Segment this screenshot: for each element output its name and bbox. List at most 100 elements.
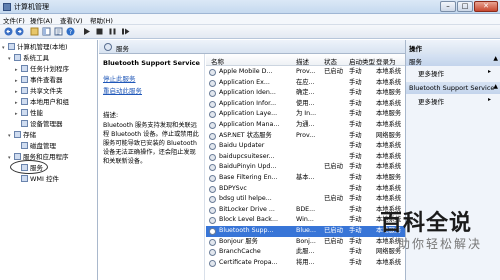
chevron-right-icon: ▸ (488, 96, 492, 103)
collapse-arrow-icon[interactable]: ▲ (493, 83, 498, 90)
menu-view[interactable]: 查看(V) (60, 15, 83, 25)
stop-service-link[interactable]: 停止此服务 (103, 73, 200, 83)
service-name-cell: Bonjour 服务 (219, 237, 258, 245)
actions-section-services[interactable]: 服务 ▲ (406, 54, 500, 66)
service-startup-cell: 手动 (349, 195, 362, 203)
service-name-cell: BranchCache (219, 248, 261, 256)
gear-icon (209, 111, 216, 119)
tree-item-task-scheduler[interactable]: ▸ 任务计划程序 (15, 64, 69, 74)
service-row[interactable]: Application Infor... 使用... 手动 本地系统 (206, 99, 405, 110)
service-description-cell: Blue... (296, 227, 316, 234)
play-icon[interactable] (82, 27, 91, 36)
gear-icon (209, 249, 216, 257)
service-description-cell: 为通... (296, 121, 315, 128)
column-description[interactable]: 描述 (296, 56, 309, 66)
service-row[interactable]: BitLocker Drive ... BDE... 手动 本地系统 (206, 205, 405, 216)
tools-icon (14, 54, 21, 61)
more-actions-label: 更多操作 (418, 98, 444, 106)
service-startup-cell: 手动 (349, 216, 362, 224)
restart-icon[interactable] (121, 27, 130, 36)
minimize-button[interactable]: – (440, 1, 456, 12)
services-apps-icon (14, 153, 21, 160)
pause-icon[interactable] (108, 27, 117, 36)
service-row[interactable]: bdsg util helpe... 已启动 手动 本地系统 (206, 194, 405, 205)
more-actions-label: 更多操作 (418, 70, 444, 78)
service-row[interactable]: ASP.NET 状态服务 Prov... 手动 网络服务 (206, 131, 405, 142)
column-logon[interactable]: 登录为 (376, 56, 396, 66)
service-row[interactable]: Base Filtering En... 基本... 手动 本地服务 (206, 173, 405, 184)
tree-item-computer-management[interactable]: ▾ 计算机管理(本地) (2, 42, 68, 52)
tree-item-performance[interactable]: ▸ 性能 (15, 108, 43, 118)
service-row[interactable]: Application Laye... 为 In... 手动 本地服务 (206, 109, 405, 120)
maximize-button[interactable]: □ (457, 1, 473, 12)
tree-item-label: 存储 (23, 131, 36, 139)
service-row[interactable]: BDPYSvc 手动 本地系统 (206, 184, 405, 195)
column-status[interactable]: 状态 (324, 56, 337, 66)
tree-item-local-users[interactable]: ▸ 本地用户和组 (15, 97, 69, 107)
column-startup-type[interactable]: 启动类型 (349, 56, 375, 66)
tree-item-event-viewer[interactable]: ▸ 事件查看器 (15, 75, 63, 85)
service-description-cell: BDE... (296, 205, 316, 213)
service-row[interactable]: Application Mana... 为通... 手动 本地系统 (206, 120, 405, 131)
forward-icon[interactable] (15, 27, 24, 36)
service-name-cell: BaiduPinyin Upd... (219, 163, 277, 171)
service-row[interactable]: BranchCache 此服... 手动 网络服务 (206, 247, 405, 258)
restart-service-link[interactable]: 重启动此服务 (103, 85, 200, 95)
stop-icon[interactable] (95, 27, 104, 36)
gear-icon (209, 228, 216, 235)
service-row[interactable]: Baidu Updater 手动 本地系统 (206, 141, 405, 152)
service-row[interactable]: Bluetooth Supp... Blue... 已启动 手动 本地服务 (206, 226, 405, 237)
tree-item-device-manager[interactable]: 设备管理器 (15, 119, 63, 129)
gear-icon (104, 43, 112, 51)
service-name-cell: Apple Mobile D... (219, 68, 273, 75)
service-logon-cell: 本地系统 (376, 163, 402, 171)
service-row[interactable]: Apple Mobile D... Prov... 已启动 手动 本地系统 (206, 67, 405, 78)
service-description-cell: 为 In... (296, 110, 317, 118)
back-icon[interactable] (4, 27, 13, 36)
tree-item-system-tools[interactable]: ▾ 系统工具 (8, 53, 49, 63)
service-name-cell: Application Ex... (219, 78, 270, 86)
more-actions-link[interactable]: 更多操作 ▸ (418, 96, 491, 106)
window-title: 计算机管理 (14, 3, 49, 11)
service-row[interactable]: Application Iden... 确定... 手动 本地服务 (206, 88, 405, 99)
service-row[interactable]: Application Ex... 在应... 手动 本地系统 (206, 78, 405, 89)
service-startup-cell: 手动 (349, 248, 362, 256)
properties-icon[interactable] (54, 27, 63, 36)
service-name-cell: Base Filtering En... (219, 174, 278, 181)
show-hide-icon[interactable] (42, 27, 51, 36)
service-row[interactable]: BaiduPinyin Upd... 已启动 手动 本地系统 (206, 162, 405, 173)
service-logon-cell: 本地服务 (376, 174, 402, 181)
toolbar: ? (0, 25, 500, 39)
event-viewer-icon (21, 76, 28, 83)
menu-help[interactable]: 帮助(H) (90, 15, 113, 25)
actions-section-selected-service[interactable]: Bluetooth Support Service ▲ (406, 82, 500, 94)
service-name-cell: Baidu Updater (219, 142, 265, 150)
service-row[interactable]: Certificate Propa... 将用... 手动 本地系统 (206, 258, 405, 269)
more-actions-link[interactable]: 更多操作 ▸ (418, 68, 491, 78)
tree-item-disk-management[interactable]: 磁盘管理 (15, 141, 56, 151)
service-row[interactable]: Block Level Back... Win... 手动 本地系统 (206, 215, 405, 226)
computer-management-icon (3, 3, 11, 11)
service-row[interactable]: baidupcsuiteser... 手动 本地系统 (206, 152, 405, 163)
tree-item-wmi-control[interactable]: WMI 控件 (15, 174, 59, 184)
services-header: 服务 (99, 40, 405, 54)
column-name[interactable]: 名称 (211, 56, 224, 66)
service-logon-cell: 本地系统 (376, 195, 402, 203)
collapse-arrow-icon[interactable]: ▲ (493, 55, 498, 62)
tree-item-storage[interactable]: ▾ 存储 (8, 130, 36, 140)
service-description-cell: Win... (296, 216, 314, 224)
menu-action[interactable]: 操作(A) (30, 15, 53, 25)
service-startup-cell: 手动 (349, 110, 362, 118)
gear-icon (209, 122, 216, 129)
computer-icon (8, 43, 15, 50)
service-name-cell: Block Level Back... (219, 216, 278, 224)
service-logon-cell: 本地系统 (376, 142, 402, 150)
service-row[interactable]: Bonjour 服务 Bonj... 已启动 手动 本地系统 (206, 237, 405, 248)
help-icon[interactable]: ? (66, 27, 75, 36)
up-icon[interactable] (30, 27, 39, 36)
close-button[interactable]: ✕ (474, 1, 498, 12)
annotation-circle (10, 160, 48, 174)
shared-folder-icon (21, 87, 28, 94)
menu-file[interactable]: 文件(F) (3, 15, 25, 25)
tree-item-shared-folders[interactable]: ▸ 共享文件夹 (15, 86, 63, 96)
